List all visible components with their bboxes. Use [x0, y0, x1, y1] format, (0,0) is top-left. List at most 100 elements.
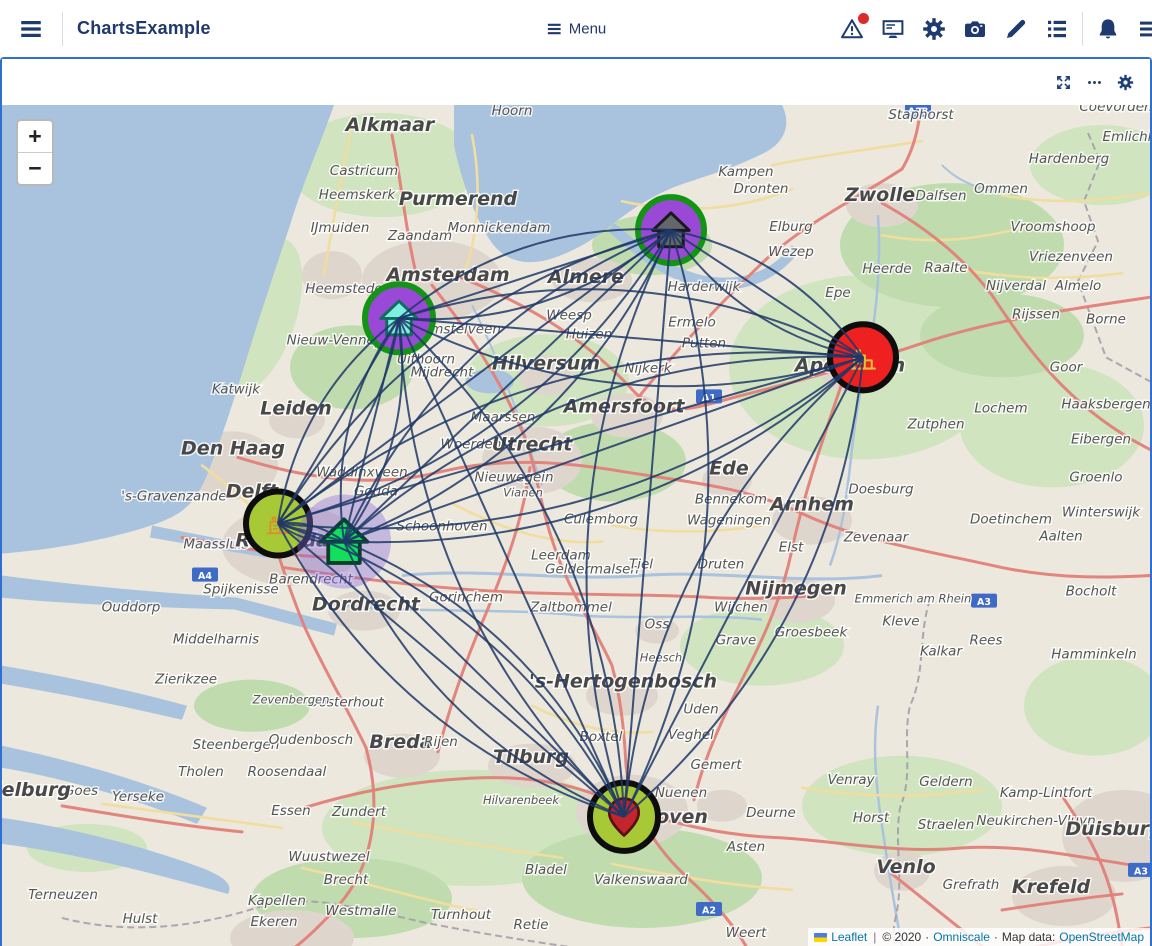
map-place-label: Kamp-Lintfort [1000, 785, 1093, 801]
topbar-divider [1082, 12, 1083, 46]
map-place-label: Ekeren [250, 914, 297, 930]
map-place-label: Turnhout [431, 907, 492, 923]
map-place-label: Rijssen [1012, 306, 1060, 322]
map-place-label: Zutphen [906, 416, 964, 432]
map-place-label: Harderwijk [668, 279, 742, 295]
map-zoom-control: + − [16, 119, 54, 186]
map-place-label: Emlichheim [1103, 129, 1150, 145]
map-place-label: Druten [698, 557, 745, 573]
motorway-badge: A3 [1128, 863, 1150, 878]
more-menu-button[interactable] [1133, 13, 1152, 45]
motorway-badge: A4 [192, 568, 218, 583]
map-place-label: Elburg [769, 219, 813, 235]
map-attribution: Leaflet | © 2020 · Omniscale · Map data:… [808, 928, 1150, 946]
map-place-label: Hamminkeln [1051, 647, 1136, 663]
openstreetmap-link[interactable]: OpenStreetMap [1059, 930, 1144, 944]
map-place-label: Wageningen [687, 512, 771, 528]
notification-bell-icon [1096, 17, 1120, 41]
map-place-label: Doesburg [848, 481, 914, 497]
map-place-label: Yerseke [112, 789, 164, 805]
map-place-label: Den Haag [181, 437, 285, 459]
map-place-label: Ermelo [668, 314, 716, 330]
alert-warning-button[interactable] [836, 13, 868, 45]
map-place-label: Groenlo [1069, 469, 1122, 485]
leaflet-link[interactable]: Leaflet [831, 930, 867, 944]
display-monitor-button[interactable] [877, 13, 909, 45]
map-place-label: Deurne [746, 805, 796, 821]
map-place-label: Vriezenveen [1029, 249, 1113, 265]
expand-fullscreen-button[interactable] [1051, 70, 1076, 95]
menu-hamburger-icon [546, 20, 563, 37]
camera-button[interactable] [959, 13, 991, 45]
map-place-label: Veghel [668, 727, 714, 743]
map-place-label: Staphorst [888, 107, 954, 123]
menu-button[interactable]: Menu [546, 20, 607, 37]
omniscale-link[interactable]: Omniscale [933, 930, 990, 944]
notification-bell-button[interactable] [1092, 13, 1124, 45]
zoom-in-button[interactable]: + [18, 121, 52, 153]
map-place-label: Hoorn [492, 105, 533, 119]
map-place-label: Schoonhoven [396, 518, 487, 534]
attribution-separator: | [873, 930, 876, 944]
app-title: ChartsExample [77, 18, 211, 39]
map-place-label: Uden [683, 702, 718, 718]
map-place-label: Almelo [1054, 278, 1101, 294]
more-ellipsis-icon [1086, 74, 1103, 91]
map-place-label: Nuenen [655, 785, 707, 801]
topbar-divider [62, 12, 63, 46]
ukraine-flag-icon [814, 933, 827, 942]
map-place-label: Middelburg [2, 779, 71, 801]
hamburger-menu-icon [18, 16, 44, 42]
map-place-label: Arnhem [768, 493, 854, 515]
map-place-label: Alkmaar [344, 114, 436, 136]
map-place-label: Winterswijk [1062, 504, 1141, 520]
map-place-label: Aalten [1038, 529, 1082, 545]
topbar-action-icons [836, 12, 1152, 46]
map-place-label: Brecht [324, 872, 369, 888]
alert-badge-dot [858, 13, 869, 24]
map-place-label: Dalfsen [915, 188, 966, 204]
map-place-label: Venlo [876, 856, 935, 878]
map-place-label: Leiden [260, 397, 331, 419]
map-place-label: Geldern [919, 774, 972, 790]
attribution-mapdata-label: Map data: [1002, 930, 1055, 944]
svg-text:A3: A3 [1134, 866, 1148, 877]
edit-pencil-button[interactable] [1000, 13, 1032, 45]
map-place-label: Zundert [331, 804, 387, 820]
list-button[interactable] [1041, 13, 1073, 45]
map-place-label: Weert [726, 925, 767, 941]
panel-settings-gear-button[interactable] [1113, 70, 1138, 95]
sidebar-toggle-button[interactable] [14, 12, 48, 46]
map-panel: A28A1A4A3A2A3 AlkmaarHoornStaphorstCoevo… [0, 57, 1152, 946]
expand-fullscreen-icon [1055, 74, 1072, 91]
map-place-label: Bocholt [1066, 584, 1117, 600]
map-place-label: Elst [779, 540, 804, 556]
settings-gear-icon [922, 17, 946, 41]
map-place-label: Vroomshoop [1010, 219, 1095, 235]
zoom-out-button[interactable]: − [18, 153, 52, 184]
settings-gear-button[interactable] [918, 13, 950, 45]
map-place-label: Grave [716, 633, 757, 649]
svg-text:A2: A2 [702, 905, 716, 916]
map-place-label: Heesch [640, 651, 682, 665]
map-place-label: Weesp [546, 307, 592, 323]
map-place-label: Roosendaal [248, 764, 327, 780]
map-place-label: Haaksbergen [1061, 396, 1150, 412]
map-place-label: Monnickendam [448, 220, 551, 236]
map-place-label: Asten [726, 839, 765, 855]
map-place-label: Venray [827, 772, 875, 788]
map-place-label: Ouddorp [102, 600, 161, 616]
map-place-label: Epe [825, 285, 850, 301]
map-place-label: Gemert [690, 757, 742, 773]
map-place-label: Hardenberg [1029, 151, 1110, 167]
map-place-label: Straelen [918, 817, 975, 833]
list-icon [1045, 17, 1069, 41]
motorway-badge: A2 [696, 902, 722, 917]
map-container[interactable]: A28A1A4A3A2A3 AlkmaarHoornStaphorstCoevo… [2, 105, 1150, 946]
more-ellipsis-button[interactable] [1082, 70, 1107, 95]
map-place-label: Tholen [178, 764, 224, 780]
attribution-copyright: © 2020 [882, 930, 921, 944]
map-place-label: Katwijk [212, 381, 261, 397]
map-place-label: Wuustwezel [288, 849, 369, 865]
map-place-label: Oss [645, 617, 670, 633]
